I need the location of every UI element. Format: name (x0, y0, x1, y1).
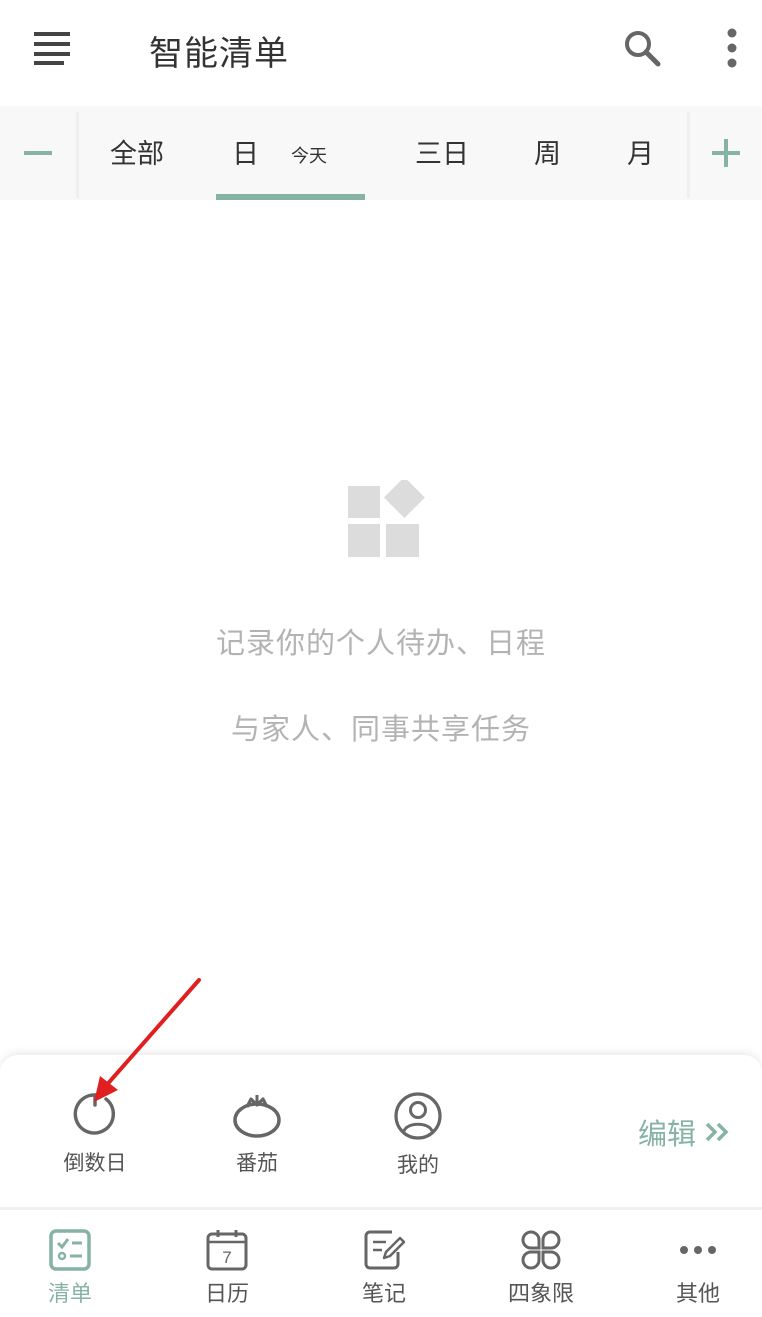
minus-icon (24, 151, 52, 155)
note-icon (364, 1230, 406, 1270)
edit-shortcuts-button[interactable]: 编辑 (638, 1111, 730, 1153)
tab-week[interactable]: 周 (534, 132, 561, 171)
plus-button[interactable] (690, 106, 762, 200)
search-icon[interactable] (622, 28, 662, 68)
more-horizontal-icon (680, 1246, 716, 1254)
tab-three-day[interactable]: 三日 (415, 132, 469, 171)
empty-state-line-1: 记录你的个人待办、日程 (215, 626, 546, 660)
checklist-icon (49, 1229, 91, 1271)
countdown-icon (73, 1093, 116, 1135)
edit-label: 编辑 (638, 1117, 697, 1151)
nav-label: 其他 (675, 1282, 720, 1307)
quick-item-label: 番茄 (236, 1151, 278, 1175)
bottom-navigation: 清单 7 日历 笔记 四象限 其他 (0, 1210, 762, 1317)
minus-button[interactable] (0, 106, 76, 200)
tab-month[interactable]: 月 (627, 132, 654, 171)
widgets-icon (348, 480, 425, 557)
nav-label: 日历 (204, 1282, 249, 1307)
nav-label: 笔记 (361, 1282, 406, 1307)
more-vertical-icon[interactable] (718, 26, 746, 70)
app-header: 智能清单 (0, 0, 762, 100)
nav-label: 清单 (47, 1282, 92, 1307)
quick-item-label: 倒数日 (63, 1151, 127, 1175)
nav-item-notes[interactable]: 笔记 (324, 1228, 444, 1308)
nav-item-quadrant[interactable]: 四象限 (481, 1228, 601, 1308)
tab-day-sublabel: 今天 (291, 146, 327, 167)
double-chevron-right-icon (705, 1122, 729, 1142)
calendar-day-number: 7 (222, 1248, 231, 1267)
nav-item-other[interactable]: 其他 (638, 1228, 758, 1308)
tomato-icon (233, 1095, 281, 1138)
tab-all[interactable]: 全部 (110, 132, 164, 171)
nav-label: 四象限 (507, 1282, 574, 1307)
plus-icon (712, 139, 740, 167)
tab-day[interactable]: 日 (232, 132, 259, 171)
quick-item-label: 我的 (397, 1153, 439, 1177)
tab-separator (76, 112, 79, 198)
active-tab-indicator (216, 194, 365, 200)
profile-icon (394, 1092, 442, 1140)
empty-state-line-2: 与家人、同事共享任务 (230, 712, 531, 746)
quick-item-tomato[interactable]: 番茄 (197, 1091, 317, 1177)
nav-item-list[interactable]: 清单 (10, 1228, 130, 1308)
nav-item-calendar[interactable]: 7 日历 (167, 1228, 287, 1308)
quick-access-bar: 倒数日 番茄 我的 编辑 (0, 1055, 762, 1207)
quick-item-mine[interactable]: 我的 (358, 1091, 478, 1179)
menu-icon[interactable] (32, 30, 72, 66)
page-title: 智能清单 (149, 34, 289, 74)
quadrant-icon (521, 1230, 561, 1270)
calendar-icon: 7 (206, 1230, 248, 1271)
view-tabbar: 全部 日 今天 三日 周 月 (0, 106, 762, 200)
quick-item-countdown[interactable]: 倒数日 (35, 1091, 155, 1177)
